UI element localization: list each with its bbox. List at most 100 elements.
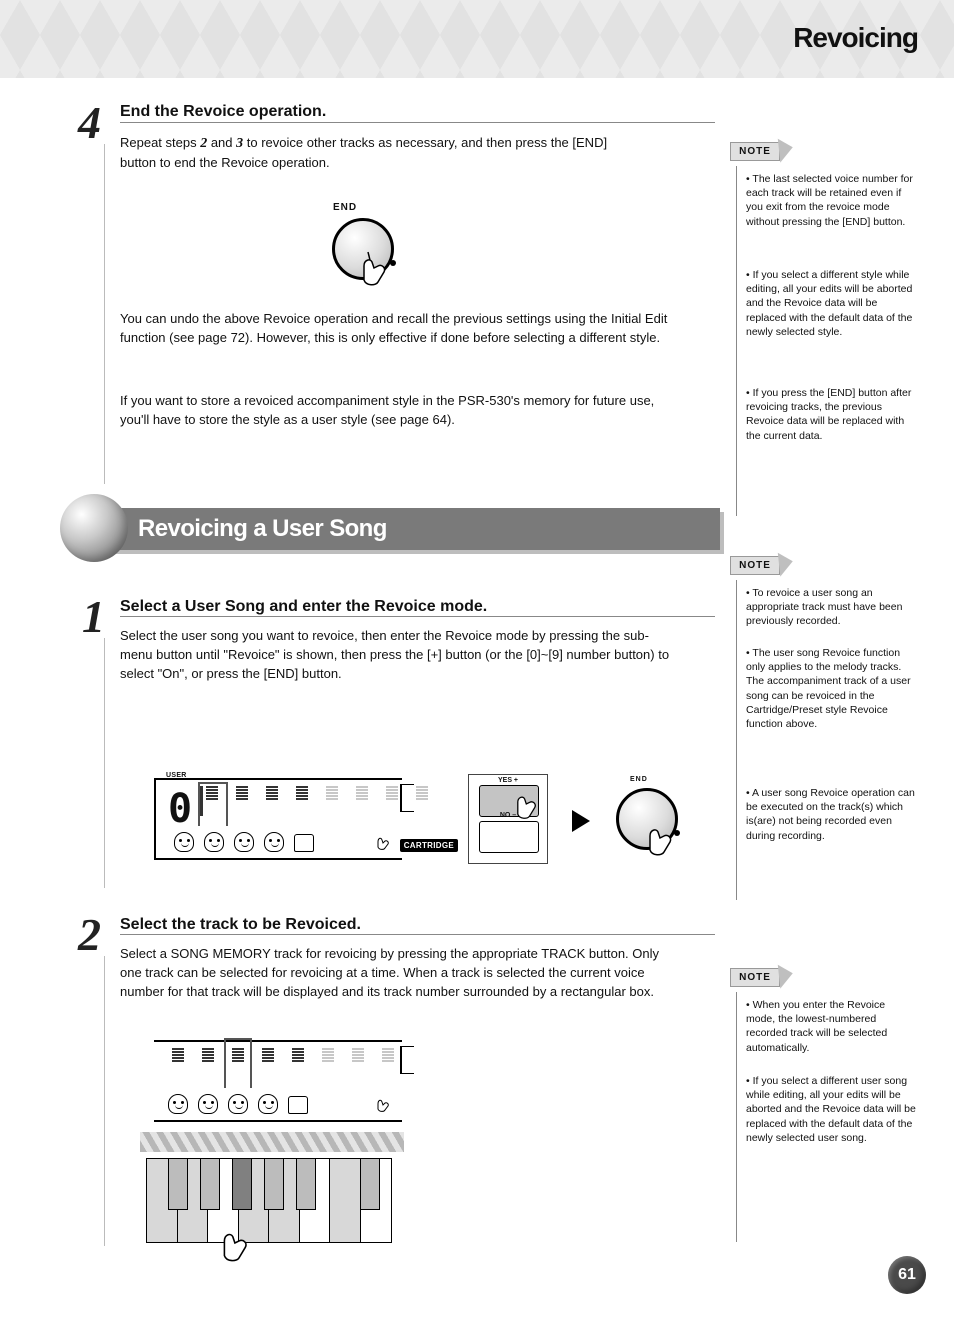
rocker-yes-label: YES + [498, 777, 518, 784]
header-title: Revoicing [793, 22, 918, 54]
track-level-6 [356, 786, 368, 800]
note2-line-1: • To revoice a user song an appropriate … [746, 586, 916, 629]
step4-vertical-rule [104, 144, 105, 484]
note2-vertical-rule [736, 580, 737, 900]
page-number-badge: 61 [888, 1256, 926, 1294]
white-key [329, 1158, 361, 1243]
section-title: Revoicing a User Song [138, 515, 387, 543]
section-bar: Revoicing a User Song [84, 508, 720, 550]
note3-line-1: • When you enter the Revoice mode, the l… [746, 998, 916, 1055]
lcd-selection-bracket [198, 782, 228, 826]
face-icon [228, 1094, 248, 1114]
track-level-4 [296, 786, 308, 800]
pointing-finger-icon [511, 787, 545, 821]
score-edge-icon [400, 784, 414, 812]
note1-line-3: • If you press the [END] button after re… [746, 386, 916, 443]
lcd-icon-row [168, 1094, 308, 1114]
manual-page: Revoicing 4 End the Revoice operation. R… [0, 0, 954, 1318]
lcd-user-label: USER [166, 772, 187, 779]
face-icon [264, 832, 284, 852]
note1-line-2: • If you select a different style while … [746, 268, 916, 339]
lcd-selection-bracket [224, 1038, 252, 1088]
track-level-8 [382, 1048, 394, 1062]
keyboard-ridges [140, 1132, 404, 1152]
end-button-illustration-2 [616, 788, 678, 850]
drum-icon [288, 1096, 308, 1114]
hand-icon [374, 1094, 392, 1112]
step-number-2: 2 [78, 908, 101, 961]
track-level-5 [292, 1048, 304, 1062]
step4-body-prefix: Repeat steps [120, 135, 200, 150]
note3-line-2: • If you select a different user song wh… [746, 1074, 916, 1145]
pointing-finger-icon [216, 1222, 258, 1264]
step4-after-paragraph-2: If you want to store a revoiced accompan… [120, 392, 680, 430]
section-circle-ornament [60, 494, 128, 562]
face-icon [258, 1094, 278, 1114]
note-tab-label: NOTE [739, 146, 771, 157]
note-tag-3: NOTE [730, 968, 798, 988]
lcd-display-1: 0 CAR [154, 778, 402, 860]
face-icon [168, 1094, 188, 1114]
step4-body: Repeat steps 2 and 3 to revoice other tr… [120, 134, 610, 173]
us1-body: Select the user song you want to revoice… [120, 627, 680, 684]
section-heading: Revoicing a User Song [60, 498, 720, 558]
note-tab-label: NOTE [739, 972, 771, 983]
note-tab-label: NOTE [739, 560, 771, 571]
note-flap-icon [778, 551, 794, 576]
note2-line-2: • The user song Revoice function only ap… [746, 646, 916, 731]
end-label: END [333, 202, 357, 213]
score-edge-icon [400, 1046, 414, 1074]
us1-rule [120, 616, 715, 617]
note1-vertical-rule [736, 166, 737, 516]
us2-body: Select a SONG MEMORY track for revoicing… [120, 945, 680, 1002]
step-number-4: 4 [78, 96, 101, 149]
step-number-1: 1 [82, 590, 105, 643]
pointing-finger-icon [642, 818, 682, 858]
note-tab: NOTE [730, 968, 780, 987]
black-key [296, 1158, 316, 1210]
black-key [200, 1158, 220, 1210]
black-key [232, 1158, 252, 1210]
end-button-illustration [332, 218, 394, 280]
us2-title: Select the track to be Revoiced. [120, 916, 361, 934]
face-icon [234, 832, 254, 852]
note2-line-3: • A user song Revoice operation can be e… [746, 786, 916, 843]
step4-body-and: and [207, 135, 236, 150]
track-level-1 [172, 1048, 184, 1062]
track-level-6 [322, 1048, 334, 1062]
end-label-2: END [630, 776, 648, 783]
no-minus-button [479, 821, 539, 853]
drum-icon [294, 834, 314, 852]
note-tag-1: NOTE [730, 142, 798, 162]
yes-no-rocker: YES + NO – [468, 774, 548, 864]
lcd-display-2 [154, 1040, 402, 1122]
track-level-3 [266, 786, 278, 800]
content-area: 4 End the Revoice operation. Repeat step… [0, 78, 954, 1318]
cartridge-badge: CARTRIDGE [400, 839, 458, 852]
black-key [264, 1158, 284, 1210]
track-level-2 [236, 786, 248, 800]
lcd-track-levels [206, 786, 428, 800]
us1-vertical-rule [104, 638, 105, 888]
track-level-7 [386, 786, 398, 800]
pointing-finger-icon [356, 248, 396, 288]
step4-title: End the Revoice operation. [120, 103, 326, 121]
us2-rule [120, 934, 715, 935]
note-tag-2: NOTE [730, 556, 798, 576]
track-level-2 [202, 1048, 214, 1062]
us1-title: Select a User Song and enter the Revoice… [120, 598, 487, 616]
note3-vertical-rule [736, 992, 737, 1242]
step4-rule [120, 122, 715, 123]
face-icon [204, 832, 224, 852]
lcd-icon-row [174, 832, 314, 852]
track-level-7 [352, 1048, 364, 1062]
face-icon [198, 1094, 218, 1114]
note-tab: NOTE [730, 142, 780, 161]
hand-icon [374, 832, 392, 850]
lcd-track-levels [172, 1048, 394, 1062]
header-band: Revoicing [0, 0, 954, 78]
note-tab: NOTE [730, 556, 780, 575]
face-icon [174, 832, 194, 852]
track-level-5 [326, 786, 338, 800]
step4-after-paragraph-1: You can undo the above Revoice operation… [120, 310, 680, 348]
